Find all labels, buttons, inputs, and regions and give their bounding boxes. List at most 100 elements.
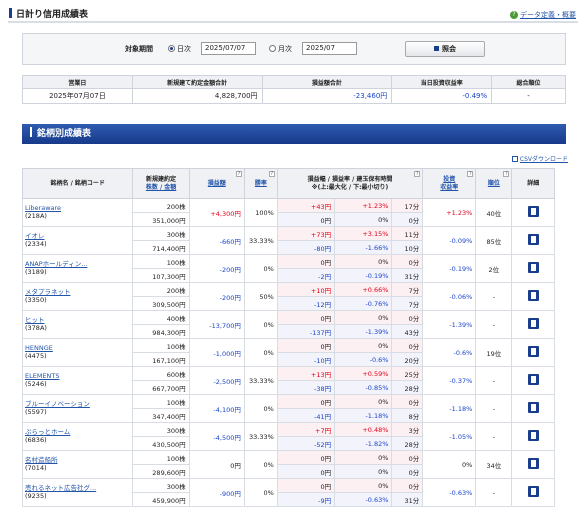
win-rate-cell: 0%: [243, 394, 278, 423]
data-definition-link[interactable]: ? データ定義・概要: [510, 10, 576, 20]
stock-code: (5597): [25, 407, 47, 416]
stock-name-cell: 売れるネット広告社グ... (9235): [21, 478, 134, 507]
pnl-column-header[interactable]: ? 損益額: [188, 168, 245, 199]
detail-icon[interactable]: [527, 486, 539, 497]
detail-icon[interactable]: [527, 234, 539, 245]
detail-icon[interactable]: [527, 346, 539, 357]
detail-icon[interactable]: [527, 318, 539, 329]
daily-date-input[interactable]: 2025/07/07: [201, 42, 256, 55]
win-rate-column-header[interactable]: ? 勝率: [243, 168, 278, 199]
shares-cell: 300株: [132, 422, 190, 437]
summary-header-row: 営業日 新規建て約定金額合計 損益額合計 当日投資収益率 総合順位: [22, 75, 566, 89]
max-swing-rate: +3.15%: [334, 226, 393, 241]
monthly-date-input[interactable]: 2025/07: [302, 42, 357, 55]
name-column-label: 銘柄名 / 銘柄コード: [50, 179, 105, 187]
table-row: イオレ (2334) 300株 -660円 33.33% +73円 +3.15% 11分 -0.…: [21, 226, 555, 255]
detail-column-label: 詳細: [527, 179, 540, 187]
question-icon[interactable]: ?: [414, 171, 421, 177]
rank-cell: -: [475, 422, 513, 451]
stock-name-cell: Liberaware (218A): [21, 198, 134, 227]
amount-cell: 714,400円: [132, 240, 190, 255]
max-swing-amount: 0円: [276, 394, 336, 409]
pnl-cell: -660円: [188, 226, 245, 255]
max-swing-amount: +7円: [276, 422, 336, 437]
detail-icon[interactable]: [527, 458, 539, 469]
csv-download-link[interactable]: CSVダウンロード: [511, 154, 568, 163]
max-swing-rate: +1.23%: [334, 198, 393, 213]
win-rate-cell: 100%: [243, 198, 278, 227]
amount-cell: 289,600円: [132, 464, 190, 479]
rank-cell: 85位: [475, 226, 513, 255]
daily-radio[interactable]: 日次: [168, 44, 191, 54]
detail-icon[interactable]: [527, 402, 539, 413]
question-icon[interactable]: ?: [467, 171, 474, 177]
amount-cell: 430,500円: [132, 436, 190, 451]
roi-sort-link-2[interactable]: 収益率: [440, 184, 458, 191]
question-icon[interactable]: ?: [235, 171, 242, 177]
max-hold-time: 0分: [391, 338, 424, 353]
rank-sort-link[interactable]: 順位: [488, 180, 500, 187]
detail-icon[interactable]: [527, 262, 539, 273]
roi-cell: -1.39%: [422, 310, 477, 339]
max-swing-rate: +0.59%: [334, 366, 393, 381]
pnl-cell: 0円: [188, 450, 245, 479]
min-hold-time: 43分: [391, 324, 424, 339]
max-swing-rate: 0%: [334, 450, 393, 465]
stock-name-cell: ELEMENTS (5246): [21, 366, 134, 395]
roi-column-header[interactable]: ? 投資 収益率: [422, 168, 477, 199]
detail-cell: [511, 338, 555, 367]
inquire-button[interactable]: 照会: [405, 41, 485, 57]
detail-icon[interactable]: [527, 374, 539, 385]
period-filter: 対象期間 日次 2025/07/07 月次 2025/07 照会: [22, 33, 566, 65]
min-hold-time: 0分: [391, 464, 424, 479]
pnl-sort-link[interactable]: 損益額: [208, 180, 226, 187]
rank-cell: -: [475, 394, 513, 423]
roi-sort-link[interactable]: 投資: [443, 176, 455, 183]
monthly-radio[interactable]: 月次: [269, 44, 292, 54]
question-icon[interactable]: ?: [268, 171, 275, 177]
pnl-cell: -4,500円: [188, 422, 245, 451]
stock-code: (7014): [25, 463, 47, 472]
max-hold-time: 0分: [391, 310, 424, 325]
question-icon: ?: [510, 11, 518, 19]
win-rate-cell: 0%: [243, 478, 278, 507]
max-hold-time: 3分: [391, 422, 424, 437]
shares-cell: 300株: [132, 478, 190, 493]
stock-code: (3189): [25, 267, 47, 276]
max-hold-time: 7分: [391, 282, 424, 297]
detail-icon[interactable]: [527, 290, 539, 301]
max-hold-time: 25分: [391, 366, 424, 381]
detail-cell: [511, 310, 555, 339]
shares-cell: 100株: [132, 338, 190, 353]
summary-table: 営業日 新規建て約定金額合計 損益額合計 当日投資収益率 総合順位 2025年0…: [22, 75, 566, 104]
roi-cell: +1.23%: [422, 198, 477, 227]
amount-column-header[interactable]: 新規建約定 株数 / 金額: [132, 168, 190, 199]
detail-cell: [511, 198, 555, 227]
table-row: ELEMENTS (5246) 600株 -2,500円 33.33% +13円 +0.59…: [21, 366, 555, 395]
roi-cell: -0.09%: [422, 226, 477, 255]
roi-cell: -1.18%: [422, 394, 477, 423]
radio-dot: [269, 45, 276, 52]
max-hold-time: 0分: [391, 254, 424, 269]
rank-cell: 34位: [475, 450, 513, 479]
min-hold-time: 7分: [391, 296, 424, 311]
detail-icon[interactable]: [527, 430, 539, 441]
stock-name-cell: 名村造船所 (7014): [21, 450, 134, 479]
shares-cell: 300株: [132, 226, 190, 241]
question-icon[interactable]: ?: [503, 171, 510, 177]
table-row: Liberaware (218A) 200株 +4,300円 100% +43円 +1.23…: [21, 198, 555, 227]
table-row: ブルーイノベーション (5597) 100株 -4,100円 0% 0円 0% 0分 -1.18…: [21, 394, 555, 423]
roi-cell: 0%: [422, 450, 477, 479]
win-rate-sort-link[interactable]: 勝率: [255, 180, 267, 187]
min-swing-rate: -0.85%: [334, 380, 393, 395]
amount-column-label: 新規建約定: [146, 175, 177, 183]
pnl-cell: -4,100円: [188, 394, 245, 423]
stock-code: (3350): [25, 295, 47, 304]
rank-cell: 40位: [475, 198, 513, 227]
max-swing-rate: +0.66%: [334, 282, 393, 297]
amount-sort-link[interactable]: 株数 / 金額: [146, 184, 176, 191]
rank-column-header[interactable]: ? 順位: [475, 168, 513, 199]
max-swing-amount: 0円: [276, 338, 336, 353]
detail-icon[interactable]: [527, 206, 539, 217]
name-column-header[interactable]: 銘柄名 / 銘柄コード: [21, 168, 134, 199]
